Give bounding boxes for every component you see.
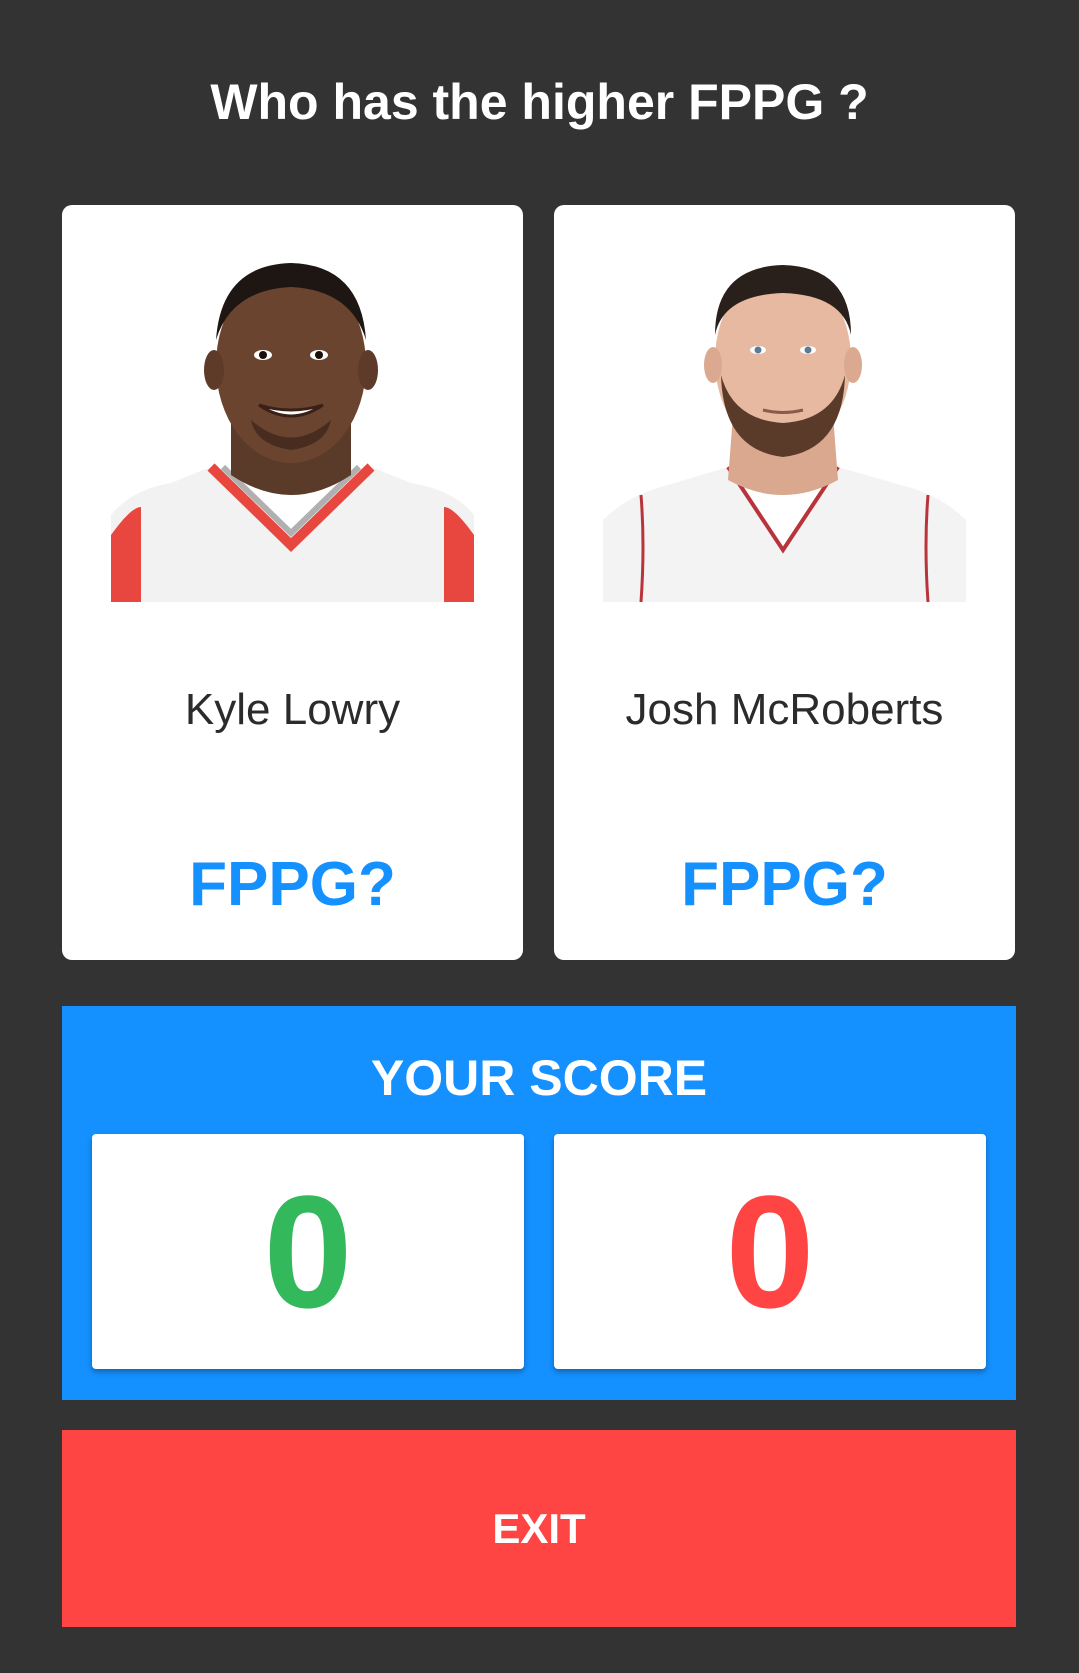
player-photo-right [603, 245, 966, 602]
player-card-left[interactable]: Kyle Lowry FPPG? [62, 205, 523, 960]
player-card-right[interactable]: Josh McRoberts FPPG? [554, 205, 1015, 960]
wrong-score: 0 [554, 1134, 986, 1369]
player-name-left: Kyle Lowry [184, 685, 401, 734]
exit-button[interactable]: EXIT [62, 1430, 1016, 1627]
correct-score: 0 [92, 1134, 524, 1369]
score-title: YOUR SCORE [370, 1050, 708, 1106]
player-name-right: Josh McRoberts [625, 685, 944, 734]
player-photo-left [111, 245, 474, 602]
score-panel: YOUR SCORE 0 0 [62, 1006, 1016, 1400]
fppg-reveal-left[interactable]: FPPG? [62, 840, 523, 930]
question-title: Who has the higher FPPG ? [210, 74, 869, 130]
fppg-reveal-right[interactable]: FPPG? [554, 840, 1015, 930]
